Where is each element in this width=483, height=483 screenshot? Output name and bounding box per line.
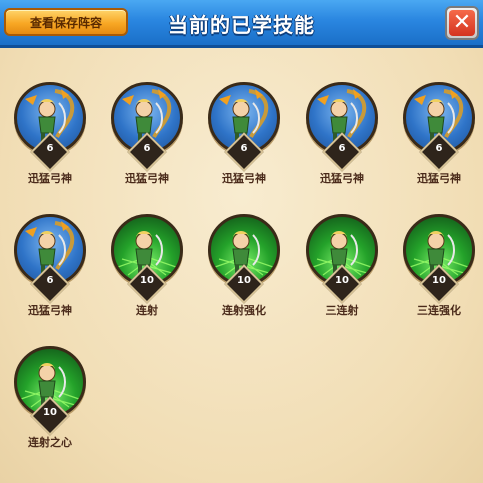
skill-name: 迅猛弓神 — [320, 172, 364, 185]
skill-name: 迅猛弓神 — [222, 172, 266, 185]
skill-level: 6 — [46, 143, 54, 154]
skill-name: 连射之心 — [28, 436, 72, 449]
skill-level: 6 — [46, 275, 54, 286]
skill-slot[interactable]: 6 迅猛弓神 — [204, 82, 284, 192]
skill-level: 6 — [143, 143, 151, 154]
skill-level: 10 — [43, 407, 57, 418]
skill-name: 三连强化 — [417, 304, 461, 317]
skill-level: 10 — [432, 275, 446, 286]
skills-panel: 查看保存阵容 当前的已学技能 ✕ 6 迅猛弓神 6 迅猛弓神 6 迅猛弓神 6 迅猛弓神 6 迅猛… — [0, 0, 483, 483]
skill-name: 迅猛弓神 — [417, 172, 461, 185]
skill-level: 6 — [240, 143, 248, 154]
skill-slot[interactable]: 6 迅猛弓神 — [107, 82, 187, 192]
skill-slot[interactable]: 6 迅猛弓神 — [399, 82, 479, 192]
skill-level: 10 — [237, 275, 251, 286]
skill-name: 三连射 — [325, 304, 359, 317]
skill-name: 连射 — [136, 304, 158, 317]
close-button[interactable]: ✕ — [445, 6, 479, 40]
skill-name: 连射强化 — [222, 304, 266, 317]
skill-slot[interactable]: 10 连射之心 — [10, 346, 90, 456]
skill-name: 迅猛弓神 — [125, 172, 169, 185]
page-title: 当前的已学技能 — [168, 13, 315, 37]
skill-level: 6 — [338, 143, 346, 154]
skill-slot[interactable]: 6 迅猛弓神 — [10, 82, 90, 192]
header-bar: 查看保存阵容 当前的已学技能 ✕ — [0, 0, 483, 48]
skill-name: 迅猛弓神 — [28, 304, 72, 317]
skill-slot[interactable]: 6 迅猛弓神 — [10, 214, 90, 324]
close-icon: ✕ — [449, 10, 475, 36]
skill-level: 10 — [140, 275, 154, 286]
skill-name: 迅猛弓神 — [28, 172, 72, 185]
skill-slot[interactable]: 10 三连射 — [302, 214, 382, 324]
skill-level: 6 — [435, 143, 443, 154]
skill-slot[interactable]: 6 迅猛弓神 — [302, 82, 382, 192]
skill-slot[interactable]: 10 三连强化 — [399, 214, 479, 324]
skill-level: 10 — [335, 275, 349, 286]
skill-slot[interactable]: 10 连射强化 — [204, 214, 284, 324]
skill-slot[interactable]: 10 连射 — [107, 214, 187, 324]
